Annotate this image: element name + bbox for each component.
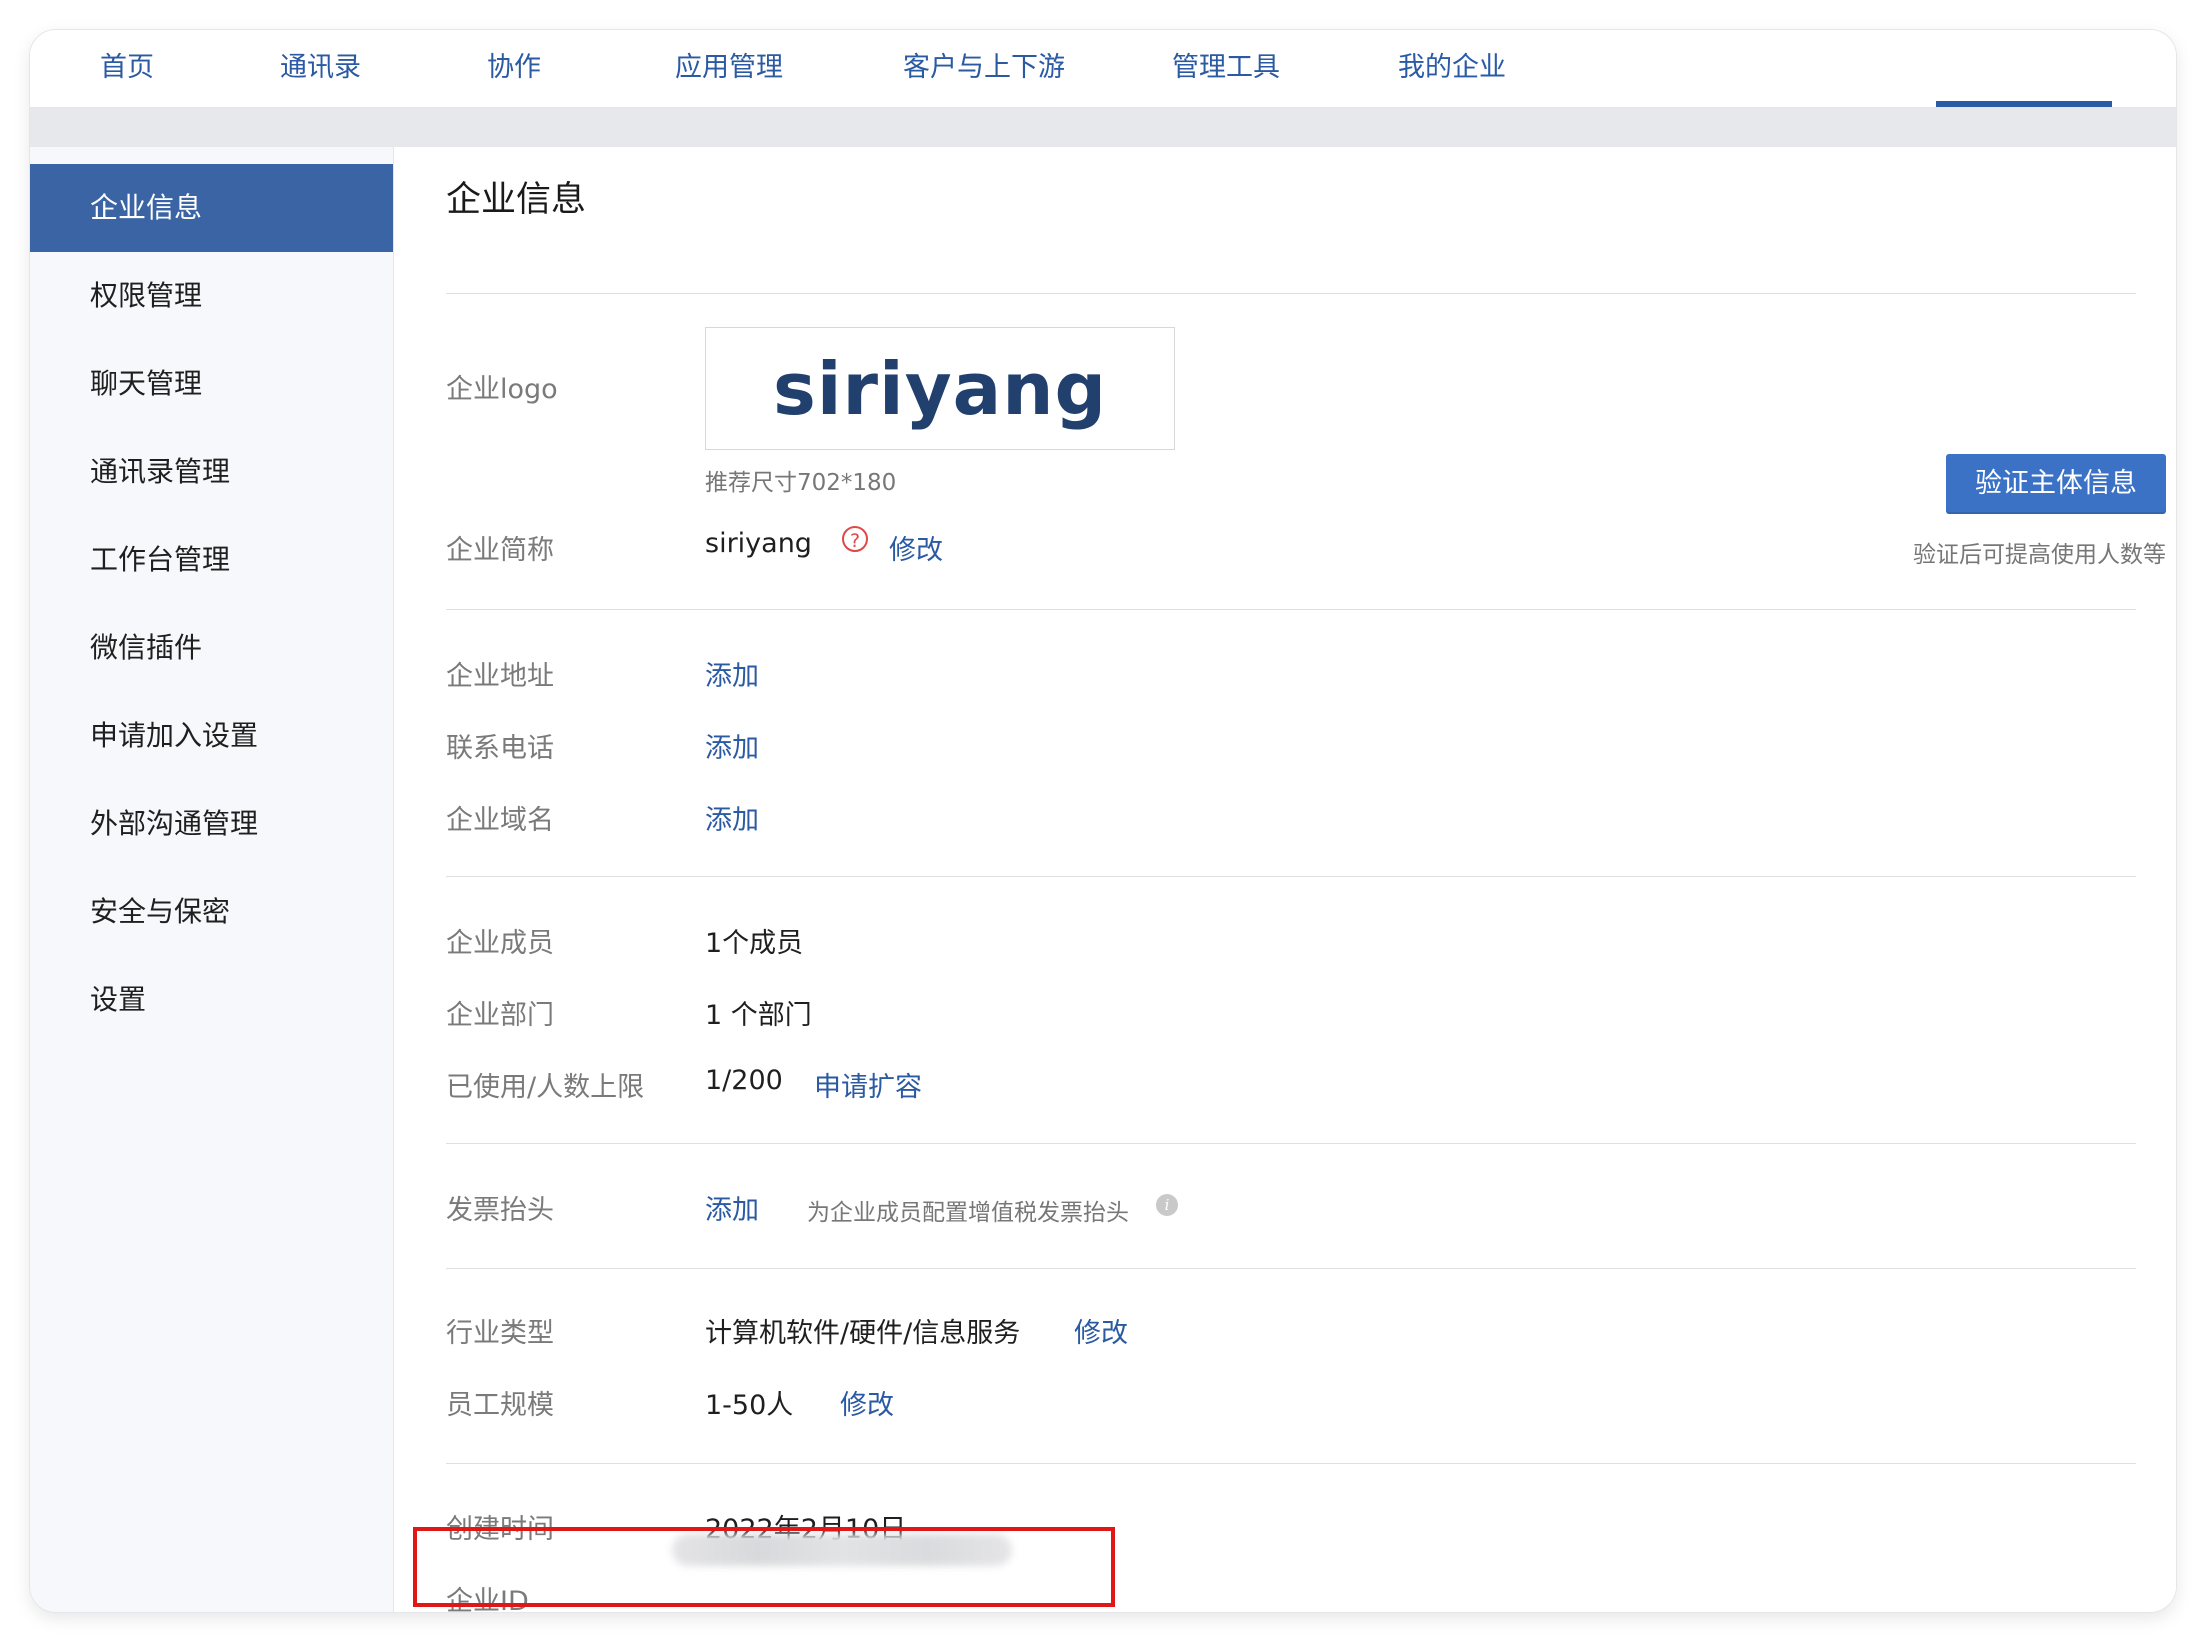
sidebar-item-join-settings[interactable]: 申请加入设置 (30, 692, 393, 780)
divider (446, 1463, 2136, 1464)
add-address-link[interactable]: 添加 (705, 654, 759, 693)
members-label: 企业成员 (446, 928, 554, 959)
edit-scale-link[interactable]: 修改 (840, 1383, 894, 1422)
divider (446, 1268, 2136, 1269)
nav-my-enterprise[interactable]: 我的企业 (1398, 30, 1506, 107)
nav-customers[interactable]: 客户与上下游 (903, 30, 1065, 107)
sidebar-item-chat[interactable]: 聊天管理 (30, 340, 393, 428)
nav-home[interactable]: 首页 (100, 30, 154, 107)
industry-label: 行业类型 (446, 1318, 554, 1349)
divider (446, 609, 2136, 610)
usage-label: 已使用/人数上限 (446, 1072, 645, 1103)
top-nav: 首页 通讯录 协作 应用管理 客户与上下游 管理工具 我的企业 (30, 30, 2176, 108)
main-content: 企业信息 企业logo siriyang 推荐尺寸702*180 企业简称 si… (394, 147, 2176, 1612)
nav-contacts[interactable]: 通讯录 (280, 30, 361, 107)
divider (446, 876, 2136, 877)
page-title: 企业信息 (446, 180, 587, 220)
nav-collaboration[interactable]: 协作 (487, 30, 541, 107)
invoice-label: 发票抬头 (446, 1195, 554, 1226)
enterprise-logo: siriyang (772, 346, 1108, 431)
add-invoice-link[interactable]: 添加 (705, 1188, 759, 1227)
nav-app-management[interactable]: 应用管理 (675, 30, 783, 107)
short-name-value: siriyang (705, 528, 812, 559)
departments-value: 1 个部门 (705, 1000, 812, 1031)
members-value: 1个成员 (705, 928, 804, 959)
scale-value: 1-50人 (705, 1390, 794, 1421)
divider (446, 1143, 2136, 1144)
industry-value: 计算机软件/硬件/信息服务 (705, 1318, 1021, 1349)
logo-box[interactable]: siriyang (705, 327, 1175, 450)
domain-label: 企业域名 (446, 805, 554, 836)
departments-label: 企业部门 (446, 1000, 554, 1031)
sidebar-item-enterprise-info[interactable]: 企业信息 (30, 164, 393, 252)
sidebar-item-contacts[interactable]: 通讯录管理 (30, 428, 393, 516)
verify-entity-button[interactable]: 验证主体信息 (1946, 454, 2166, 514)
verify-note: 验证后可提高使用人数等 (1913, 542, 2166, 568)
logo-label: 企业logo (446, 374, 558, 405)
question-circle-icon[interactable]: ? (842, 526, 868, 552)
sidebar-item-security[interactable]: 安全与保密 (30, 868, 393, 956)
usage-value: 1/200 (705, 1065, 783, 1096)
info-icon[interactable]: i (1156, 1194, 1178, 1216)
add-phone-link[interactable]: 添加 (705, 726, 759, 765)
short-name-label: 企业简称 (446, 535, 554, 566)
add-domain-link[interactable]: 添加 (705, 798, 759, 837)
app-window: 首页 通讯录 协作 应用管理 客户与上下游 管理工具 我的企业 企业信息 权限管… (30, 30, 2176, 1612)
logo-size-hint: 推荐尺寸702*180 (705, 470, 897, 496)
phone-label: 联系电话 (446, 733, 554, 764)
header-band (30, 108, 2176, 147)
nav-tools[interactable]: 管理工具 (1172, 30, 1280, 107)
nav-active-indicator (1936, 101, 2112, 107)
scale-label: 员工规模 (446, 1390, 554, 1421)
apply-expansion-link[interactable]: 申请扩容 (814, 1065, 922, 1104)
invoice-hint: 为企业成员配置增值税发票抬头 (807, 1200, 1129, 1226)
address-label: 企业地址 (446, 661, 554, 692)
divider (446, 293, 2136, 294)
sidebar: 企业信息 权限管理 聊天管理 通讯录管理 工作台管理 微信插件 申请加入设置 外… (30, 147, 394, 1612)
sidebar-item-external[interactable]: 外部沟通管理 (30, 780, 393, 868)
sidebar-item-permissions[interactable]: 权限管理 (30, 252, 393, 340)
sidebar-item-settings[interactable]: 设置 (30, 956, 393, 1044)
edit-short-name-link[interactable]: 修改 (889, 528, 943, 567)
sidebar-item-wechat-plugin[interactable]: 微信插件 (30, 604, 393, 692)
edit-industry-link[interactable]: 修改 (1074, 1311, 1128, 1350)
sidebar-item-workbench[interactable]: 工作台管理 (30, 516, 393, 604)
highlight-box (413, 1527, 1115, 1607)
